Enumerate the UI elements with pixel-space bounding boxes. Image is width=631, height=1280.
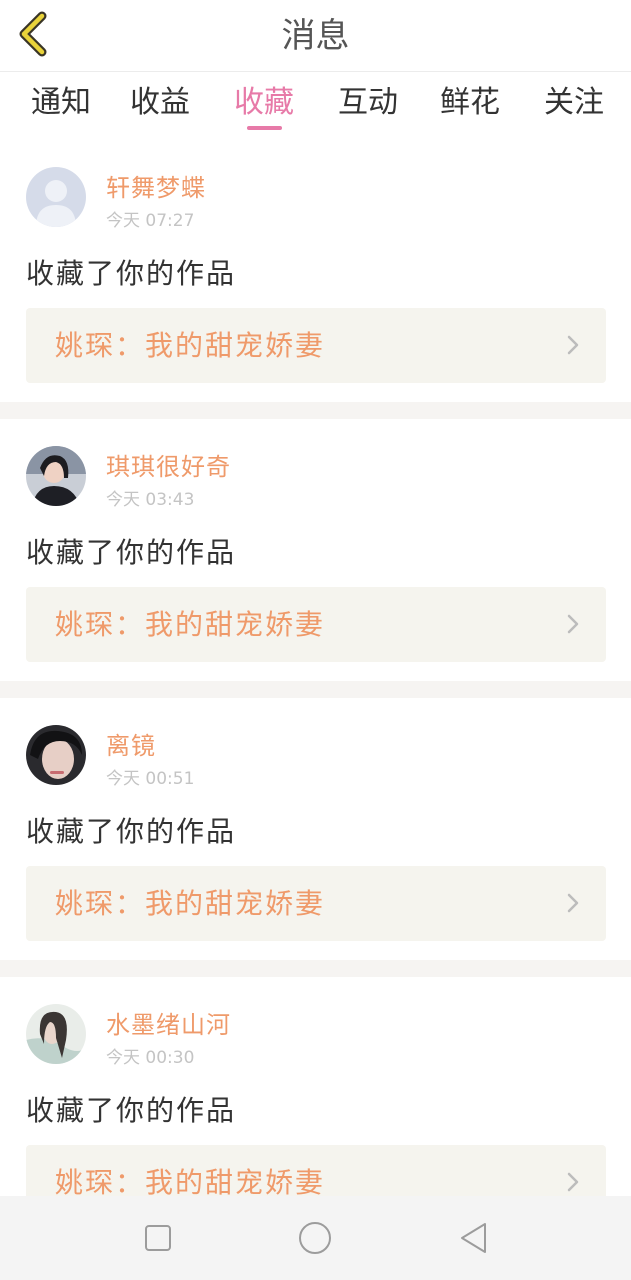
work-link[interactable]: 姚琛：我的甜宠娇妻 xyxy=(26,308,606,383)
triangle-back-icon xyxy=(461,1223,486,1253)
work-title: 姚琛：我的甜宠娇妻 xyxy=(55,887,326,920)
chevron-right-icon xyxy=(567,1172,579,1192)
chevron-right-icon xyxy=(567,893,579,913)
username[interactable]: 轩舞梦蝶 xyxy=(106,168,206,203)
timestamp: 今天 07:27 xyxy=(106,211,195,231)
tab-notification[interactable]: 通知 xyxy=(21,81,101,129)
action-text: 收藏了你的作品 xyxy=(26,536,237,569)
action-text: 收藏了你的作品 xyxy=(26,1094,237,1127)
tab-favorites[interactable]: 收藏 xyxy=(224,81,304,129)
avatar[interactable] xyxy=(26,167,86,227)
username[interactable]: 离镜 xyxy=(106,726,156,761)
tab-interaction[interactable]: 互动 xyxy=(328,81,408,129)
square-icon xyxy=(145,1225,171,1251)
user-photo xyxy=(26,725,86,785)
username[interactable]: 水墨绪山河 xyxy=(106,1005,231,1040)
list-item: 离镜 今天 00:51 收藏了你的作品 姚琛：我的甜宠娇妻 xyxy=(0,698,631,960)
tab-flowers[interactable]: 鲜花 xyxy=(430,81,510,129)
chevron-right-icon xyxy=(567,335,579,355)
list-item: 琪琪很好奇 今天 03:43 收藏了你的作品 姚琛：我的甜宠娇妻 xyxy=(0,419,631,681)
page-title: 消息 xyxy=(281,16,350,56)
user-photo xyxy=(26,446,86,506)
list-item: 轩舞梦蝶 今天 07:27 收藏了你的作品 姚琛：我的甜宠娇妻 xyxy=(0,140,631,402)
user-photo xyxy=(26,1004,86,1064)
timestamp: 今天 00:51 xyxy=(106,769,195,789)
username[interactable]: 琪琪很好奇 xyxy=(106,447,231,482)
work-link[interactable]: 姚琛：我的甜宠娇妻 xyxy=(26,587,606,662)
header: 消息 xyxy=(0,0,631,72)
avatar[interactable] xyxy=(26,446,86,506)
chevron-right-icon xyxy=(567,614,579,634)
work-title: 姚琛：我的甜宠娇妻 xyxy=(55,329,326,362)
work-title: 姚琛：我的甜宠娇妻 xyxy=(55,608,326,641)
divider xyxy=(0,681,631,698)
back-nav-button[interactable] xyxy=(456,1220,492,1256)
avatar[interactable] xyxy=(26,1004,86,1064)
divider xyxy=(0,960,631,977)
recent-apps-button[interactable] xyxy=(140,1220,176,1256)
timestamp: 今天 03:43 xyxy=(106,490,195,510)
system-navigation-bar xyxy=(0,1196,631,1280)
home-button[interactable] xyxy=(297,1220,333,1256)
work-link[interactable]: 姚琛：我的甜宠娇妻 xyxy=(26,866,606,941)
default-avatar-icon xyxy=(26,167,86,227)
action-text: 收藏了你的作品 xyxy=(26,257,237,290)
timestamp: 今天 00:30 xyxy=(106,1048,195,1068)
avatar[interactable] xyxy=(26,725,86,785)
tab-follow[interactable]: 关注 xyxy=(534,81,614,129)
circle-icon xyxy=(299,1222,331,1254)
tab-earnings[interactable]: 收益 xyxy=(120,81,200,129)
divider xyxy=(0,402,631,419)
active-tab-indicator xyxy=(247,126,282,130)
tab-bar: 通知 收益 收藏 互动 鲜花 关注 xyxy=(0,73,631,137)
action-text: 收藏了你的作品 xyxy=(26,815,237,848)
